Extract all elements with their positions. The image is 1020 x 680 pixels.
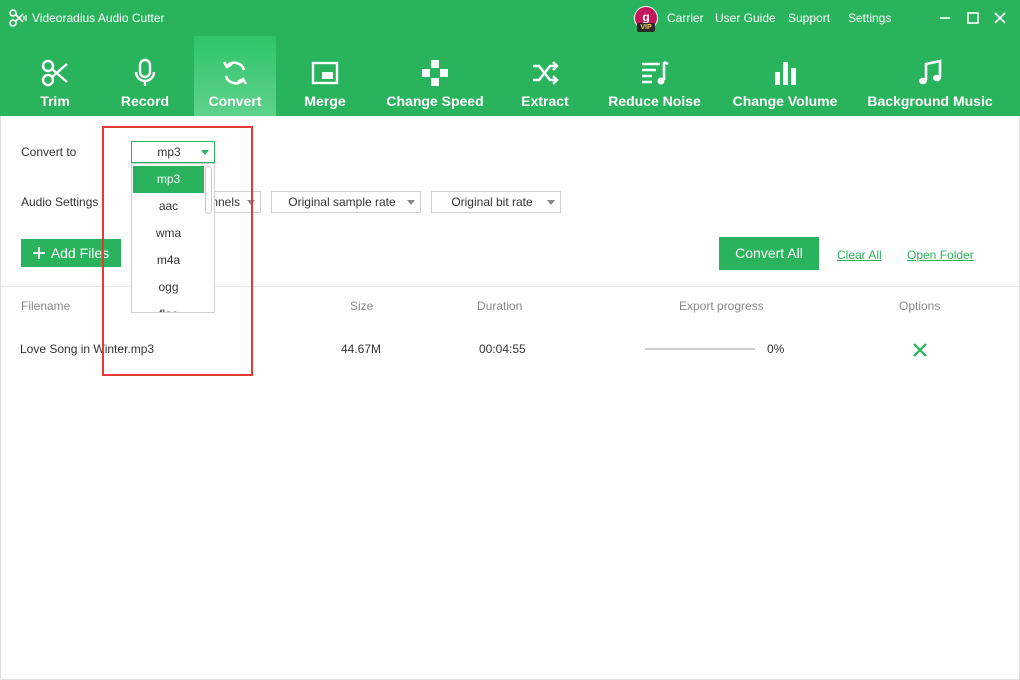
tab-extract-label: Extract: [521, 93, 569, 109]
convert-arrows-icon: [222, 61, 248, 85]
add-files-label: Add Files: [50, 245, 110, 261]
tab-change-speed[interactable]: Change Speed: [380, 36, 490, 116]
title-bar: Videoradius Audio Cutter g VIP Carrier U…: [0, 0, 1020, 36]
tab-change-volume[interactable]: Change Volume: [728, 36, 842, 116]
vip-avatar[interactable]: g VIP: [634, 6, 658, 32]
bit-rate-select[interactable]: Original bit rate: [431, 191, 561, 213]
tab-merge-label: Merge: [304, 93, 346, 109]
chevron-down-icon: [407, 200, 415, 205]
col-header-size: Size: [350, 299, 374, 313]
col-header-duration: Duration: [477, 299, 523, 313]
format-select[interactable]: mp3: [131, 141, 215, 163]
shuffle-icon: [533, 61, 559, 85]
audio-settings-label: Audio Settings: [21, 195, 99, 209]
tab-merge[interactable]: Merge: [285, 36, 365, 116]
row-progress-text: 0%: [767, 342, 785, 356]
tab-record[interactable]: Record: [105, 36, 185, 116]
noise-icon: [641, 60, 669, 85]
tab-change-volume-label: Change Volume: [732, 93, 838, 109]
tab-convert-label: Convert: [208, 93, 262, 109]
row-filename: Love Song in Winter.mp3: [20, 342, 155, 356]
close-icon[interactable]: [991, 9, 1009, 27]
format-select-value: mp3: [157, 145, 181, 159]
dropdown-option-mp3[interactable]: mp3: [133, 166, 204, 193]
tab-convert[interactable]: Convert: [194, 36, 276, 116]
tab-record-label: Record: [120, 93, 170, 109]
dropdown-option-flac[interactable]: flac: [133, 301, 204, 312]
app-logo-icon: [9, 9, 27, 27]
row-size: 44.67M: [341, 342, 382, 356]
scissors-icon: [41, 59, 68, 87]
export-progress-bar: [645, 348, 755, 350]
dropdown-option-ogg[interactable]: ogg: [133, 274, 204, 301]
tab-background-music[interactable]: Background Music: [864, 36, 996, 116]
maximize-icon[interactable]: [964, 9, 982, 27]
gamepad-icon: [422, 60, 448, 86]
app-title: Videoradius Audio Cutter: [32, 11, 165, 25]
chevron-down-icon: [547, 200, 555, 205]
main-toolbar: Trim Record Convert Merge Change Speed E…: [0, 36, 1020, 116]
tab-reduce-noise[interactable]: Reduce Noise: [603, 36, 706, 116]
col-header-options: Options: [899, 299, 941, 313]
music-note-icon: [919, 59, 942, 85]
tab-background-music-label: Background Music: [867, 93, 993, 109]
dropdown-option-aac[interactable]: aac: [133, 193, 204, 220]
merge-icon: [311, 61, 339, 85]
settings-link[interactable]: Settings: [848, 11, 891, 25]
add-files-button[interactable]: Add Files: [21, 239, 121, 267]
vip-badge: VIP: [637, 23, 655, 32]
dropdown-option-wma[interactable]: wma: [133, 220, 204, 247]
tab-trim[interactable]: Trim: [15, 36, 95, 116]
microphone-icon: [134, 58, 156, 86]
tab-extract[interactable]: Extract: [505, 36, 585, 116]
user-guide-link[interactable]: User Guide: [715, 11, 776, 25]
tab-change-speed-label: Change Speed: [386, 93, 484, 109]
chevron-down-icon: [247, 200, 255, 205]
plus-icon: [33, 247, 45, 259]
sample-rate-select[interactable]: Original sample rate: [271, 191, 421, 213]
chevron-down-icon: [201, 150, 209, 155]
open-folder-link[interactable]: Open Folder: [907, 248, 974, 262]
sample-rate-select-value: Original sample rate: [288, 195, 396, 209]
row-duration: 00:04:55: [479, 342, 526, 356]
col-header-filename: Filename: [21, 299, 71, 313]
carrier-link[interactable]: Carrier: [667, 11, 704, 25]
convert-all-button[interactable]: Convert All: [719, 237, 819, 270]
tab-trim-label: Trim: [40, 93, 70, 109]
dropdown-option-m4a[interactable]: m4a: [133, 247, 204, 274]
remove-icon[interactable]: [911, 341, 929, 359]
tab-reduce-noise-label: Reduce Noise: [608, 93, 701, 109]
bit-rate-select-value: Original bit rate: [451, 195, 533, 209]
bars-icon: [775, 62, 796, 85]
dropdown-scrollbar[interactable]: [205, 166, 212, 214]
convert-to-label: Convert to: [21, 145, 77, 159]
clear-all-link[interactable]: Clear All: [837, 248, 882, 262]
convert-all-label: Convert All: [735, 245, 803, 261]
minimize-icon[interactable]: [936, 9, 954, 27]
support-link[interactable]: Support: [788, 11, 830, 25]
col-header-export-progress: Export progress: [679, 299, 764, 313]
channels-select-value: nnels: [211, 195, 240, 209]
format-dropdown-list[interactable]: mp3 aac wma m4a ogg flac: [131, 163, 215, 313]
